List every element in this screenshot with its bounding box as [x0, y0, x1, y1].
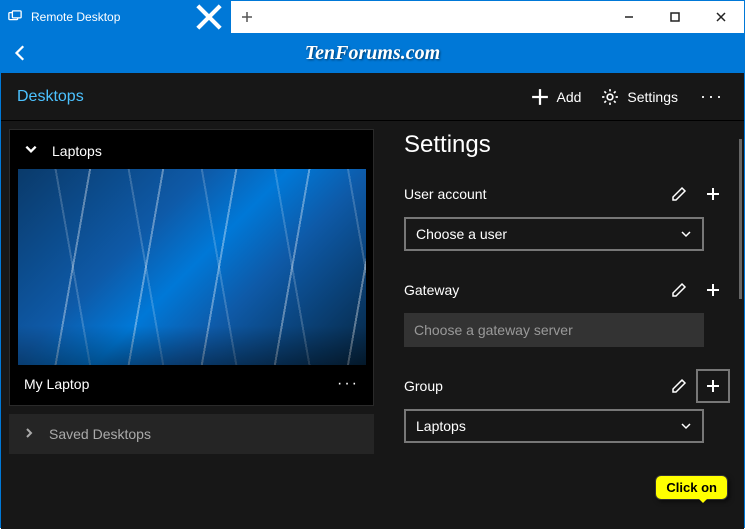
gateway-select-value: Choose a gateway server: [414, 322, 573, 338]
settings-panel: Settings User account Choose a user Gate…: [374, 121, 744, 529]
desktop-name: My Laptop: [24, 376, 89, 392]
settings-button[interactable]: Settings: [591, 73, 688, 120]
user-edit-button[interactable]: [662, 177, 696, 211]
group-edit-button[interactable]: [662, 369, 696, 403]
page-title: Desktops: [17, 88, 521, 106]
group-select[interactable]: Laptops: [404, 409, 704, 443]
user-select-value: Choose a user: [416, 226, 507, 242]
settings-label: Settings: [627, 89, 678, 105]
watermark-text: TenForums.com: [305, 42, 440, 65]
chevron-right-icon: [23, 426, 35, 442]
toolbar: Desktops Add Settings ···: [1, 73, 744, 121]
gateway-add-button[interactable]: [696, 273, 730, 307]
close-button[interactable]: [698, 1, 744, 33]
content-area: Laptops My Laptop ··· Saved Desktops Set…: [1, 121, 744, 529]
group-card-laptops: Laptops My Laptop ···: [9, 129, 374, 406]
add-button[interactable]: Add: [521, 73, 592, 120]
group-label: Group: [404, 378, 443, 394]
tab-close-button[interactable]: [195, 1, 223, 33]
group-header[interactable]: Laptops: [10, 136, 373, 169]
settings-title: Settings: [404, 131, 730, 159]
more-button[interactable]: ···: [688, 73, 736, 120]
user-account-label: User account: [404, 186, 486, 202]
gateway-edit-button[interactable]: [662, 273, 696, 307]
gateway-select[interactable]: Choose a gateway server: [404, 313, 704, 347]
desktops-list: Laptops My Laptop ··· Saved Desktops: [1, 121, 374, 529]
desktop-more-button[interactable]: ···: [337, 375, 359, 393]
user-account-select[interactable]: Choose a user: [404, 217, 704, 251]
app-tab[interactable]: Remote Desktop: [1, 1, 231, 33]
group-select-value: Laptops: [416, 418, 466, 434]
remote-desktop-icon: [7, 9, 23, 25]
chevron-down-icon: [24, 142, 38, 159]
new-tab-button[interactable]: [231, 1, 263, 33]
chevron-down-icon: [680, 228, 692, 240]
chevron-down-icon: [680, 420, 692, 432]
tab-title: Remote Desktop: [31, 10, 187, 24]
maximize-button[interactable]: [652, 1, 698, 33]
scrollbar[interactable]: [739, 139, 742, 299]
app-header: TenForums.com: [1, 33, 744, 73]
gateway-label: Gateway: [404, 282, 459, 298]
saved-desktops-row[interactable]: Saved Desktops: [9, 414, 374, 454]
add-label: Add: [557, 89, 582, 105]
minimize-button[interactable]: [606, 1, 652, 33]
desktop-thumbnail[interactable]: [18, 169, 366, 365]
user-add-button[interactable]: [696, 177, 730, 211]
group-add-button[interactable]: [696, 369, 730, 403]
annotation-callout: Click on: [655, 475, 728, 500]
window-titlebar: Remote Desktop: [1, 1, 744, 33]
group-name: Laptops: [52, 143, 102, 159]
saved-desktops-label: Saved Desktops: [49, 426, 151, 442]
back-button[interactable]: [1, 33, 41, 73]
